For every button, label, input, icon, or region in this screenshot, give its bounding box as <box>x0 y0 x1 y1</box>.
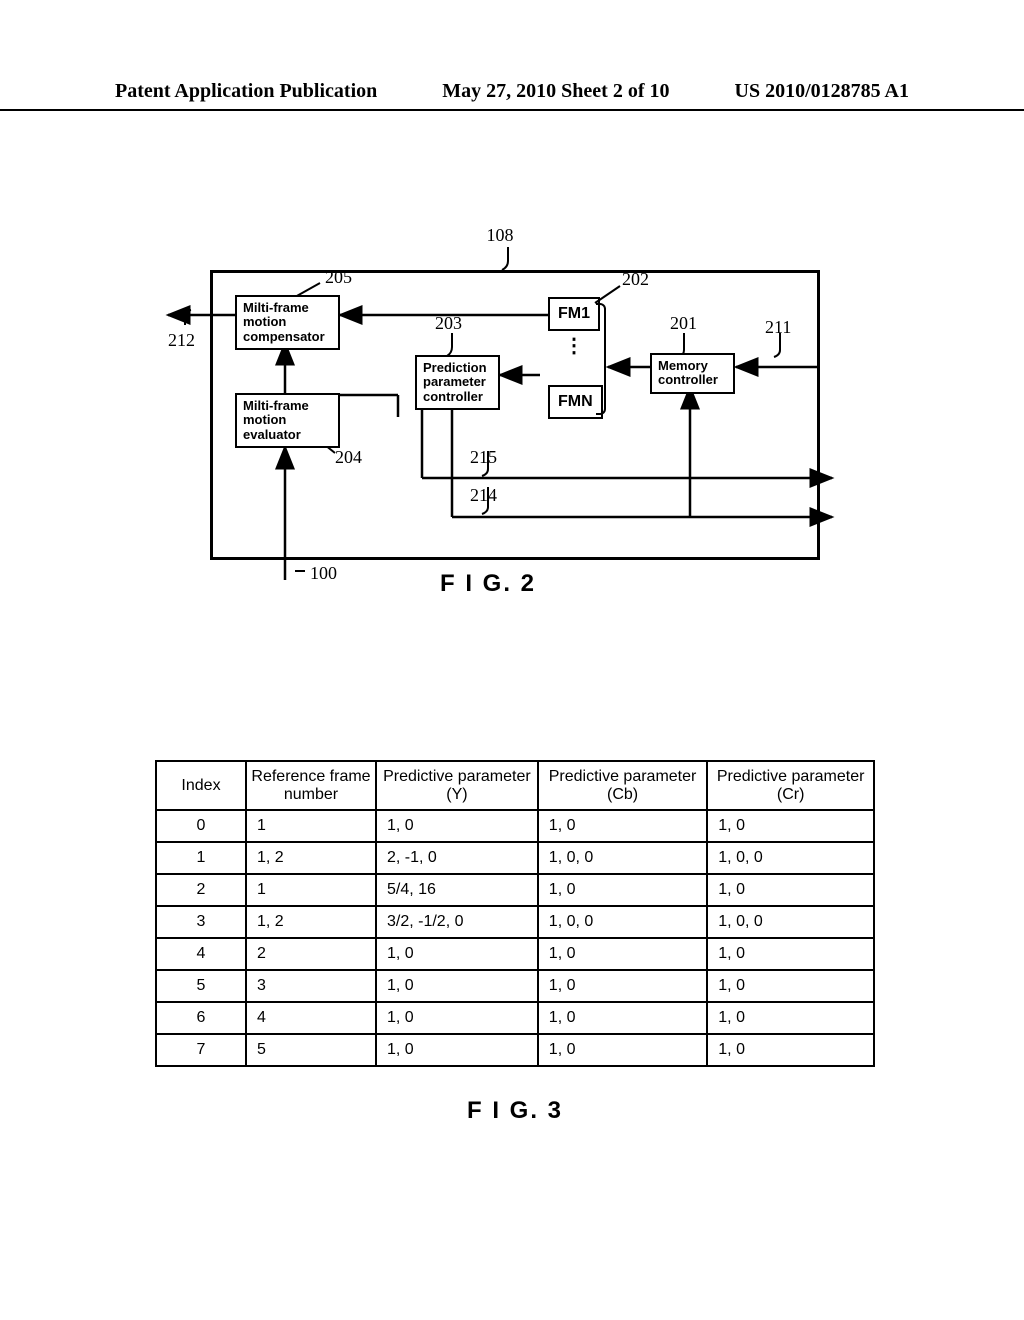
header-middle: May 27, 2010 Sheet 2 of 10 <box>442 80 669 103</box>
table-cell: 5/4, 16 <box>376 874 538 906</box>
table-cell: 2 <box>156 874 246 906</box>
ref-211: 211 <box>765 317 791 338</box>
table-cell: 1, 0 <box>707 970 874 1002</box>
table-cell: 2 <box>246 938 376 970</box>
table-cell: 1, 0 <box>538 938 707 970</box>
table-cell: 3 <box>156 906 246 938</box>
table-body: 011, 01, 01, 011, 22, -1, 01, 0, 01, 0, … <box>156 810 874 1066</box>
table-cell: 1, 0 <box>376 1034 538 1066</box>
table-cell: 1, 0 <box>376 1002 538 1034</box>
block-fmn-label: FMN <box>558 393 593 410</box>
table-cell: 7 <box>156 1034 246 1066</box>
table-row: 531, 01, 01, 0 <box>156 970 874 1002</box>
table-row: 641, 01, 01, 0 <box>156 1002 874 1034</box>
table-cell: 1, 0 <box>538 1034 707 1066</box>
table-cell: 1, 0, 0 <box>538 906 707 938</box>
block-param-controller: Prediction parameter controller <box>415 355 500 410</box>
ref-202: 202 <box>622 269 649 290</box>
table-cell: 1, 0 <box>707 1034 874 1066</box>
block-memory-controller: Memory controller <box>650 353 735 394</box>
block-fmn: FMN <box>548 385 603 419</box>
table-cell: 1, 0, 0 <box>538 842 707 874</box>
parameter-table: Index Reference frame number Predictive … <box>155 760 875 1067</box>
table-cell: 1, 0 <box>538 970 707 1002</box>
table-cell: 3/2, -1/2, 0 <box>376 906 538 938</box>
col-ref: Reference frame number <box>246 761 376 810</box>
col-index: Index <box>156 761 246 810</box>
ref-212: 212 <box>168 330 195 351</box>
figure-3: Index Reference frame number Predictive … <box>155 760 875 1125</box>
table-row: 751, 01, 01, 0 <box>156 1034 874 1066</box>
block-evaluator: Milti-frame motion evaluator <box>235 393 340 448</box>
figure-3-label: F I G. 3 <box>155 1097 875 1125</box>
table-cell: 4 <box>246 1002 376 1034</box>
table-row: 421, 01, 01, 0 <box>156 938 874 970</box>
table-cell: 2, -1, 0 <box>376 842 538 874</box>
table-cell: 1, 0 <box>707 810 874 842</box>
table-cell: 3 <box>246 970 376 1002</box>
figure-2: 108 <box>160 225 840 595</box>
table-cell: 1 <box>246 810 376 842</box>
ref-100: 100 <box>310 563 337 584</box>
table-cell: 6 <box>156 1002 246 1034</box>
header-left: Patent Application Publication <box>115 80 377 103</box>
block-memory-controller-label: Memory controller <box>658 358 718 387</box>
ref-214: 214 <box>470 485 497 506</box>
table-cell: 1, 0 <box>376 938 538 970</box>
col-cb: Predictive parameter (Cb) <box>538 761 707 810</box>
table-cell: 1 <box>246 874 376 906</box>
block-evaluator-label: Milti-frame motion evaluator <box>243 398 309 442</box>
block-fm1: FM1 <box>548 297 600 331</box>
table-cell: 4 <box>156 938 246 970</box>
table-cell: 1, 0 <box>707 874 874 906</box>
page-header: Patent Application Publication May 27, 2… <box>0 80 1024 111</box>
table-cell: 5 <box>156 970 246 1002</box>
table-row: 11, 22, -1, 01, 0, 01, 0, 0 <box>156 842 874 874</box>
table-cell: 1, 0 <box>707 938 874 970</box>
fm-group-bracket <box>596 303 606 415</box>
ref-203: 203 <box>435 313 462 334</box>
ref-205: 205 <box>325 267 352 288</box>
table-cell: 1 <box>156 842 246 874</box>
block-compensator: Milti-frame motion compensator <box>235 295 340 350</box>
table-cell: 1, 2 <box>246 906 376 938</box>
ref-204: 204 <box>335 447 362 468</box>
table-cell: 1, 0, 0 <box>707 842 874 874</box>
header-right: US 2010/0128785 A1 <box>735 80 909 103</box>
table-cell: 1, 0 <box>707 1002 874 1034</box>
table-row: 215/4, 161, 01, 0 <box>156 874 874 906</box>
table-cell: 1, 0 <box>376 810 538 842</box>
ref-215: 215 <box>470 447 497 468</box>
table-cell: 1, 0 <box>538 810 707 842</box>
block-compensator-label: Milti-frame motion compensator <box>243 300 325 344</box>
ref-201: 201 <box>670 313 697 334</box>
table-row: 31, 23/2, -1/2, 01, 0, 01, 0, 0 <box>156 906 874 938</box>
col-y: Predictive parameter (Y) <box>376 761 538 810</box>
vertical-dots-icon: ⋮ <box>564 333 584 358</box>
table-cell: 1, 2 <box>246 842 376 874</box>
table-cell: 1, 0 <box>376 970 538 1002</box>
block-param-controller-label: Prediction parameter controller <box>423 360 487 404</box>
table-header-row: Index Reference frame number Predictive … <box>156 761 874 810</box>
block-fm1-label: FM1 <box>558 305 590 322</box>
col-cr: Predictive parameter (Cr) <box>707 761 874 810</box>
table-cell: 5 <box>246 1034 376 1066</box>
table-cell: 1, 0 <box>538 1002 707 1034</box>
table-cell: 1, 0 <box>538 874 707 906</box>
table-cell: 1, 0, 0 <box>707 906 874 938</box>
table-cell: 0 <box>156 810 246 842</box>
figure-2-label: F I G. 2 <box>440 570 536 598</box>
table-row: 011, 01, 01, 0 <box>156 810 874 842</box>
